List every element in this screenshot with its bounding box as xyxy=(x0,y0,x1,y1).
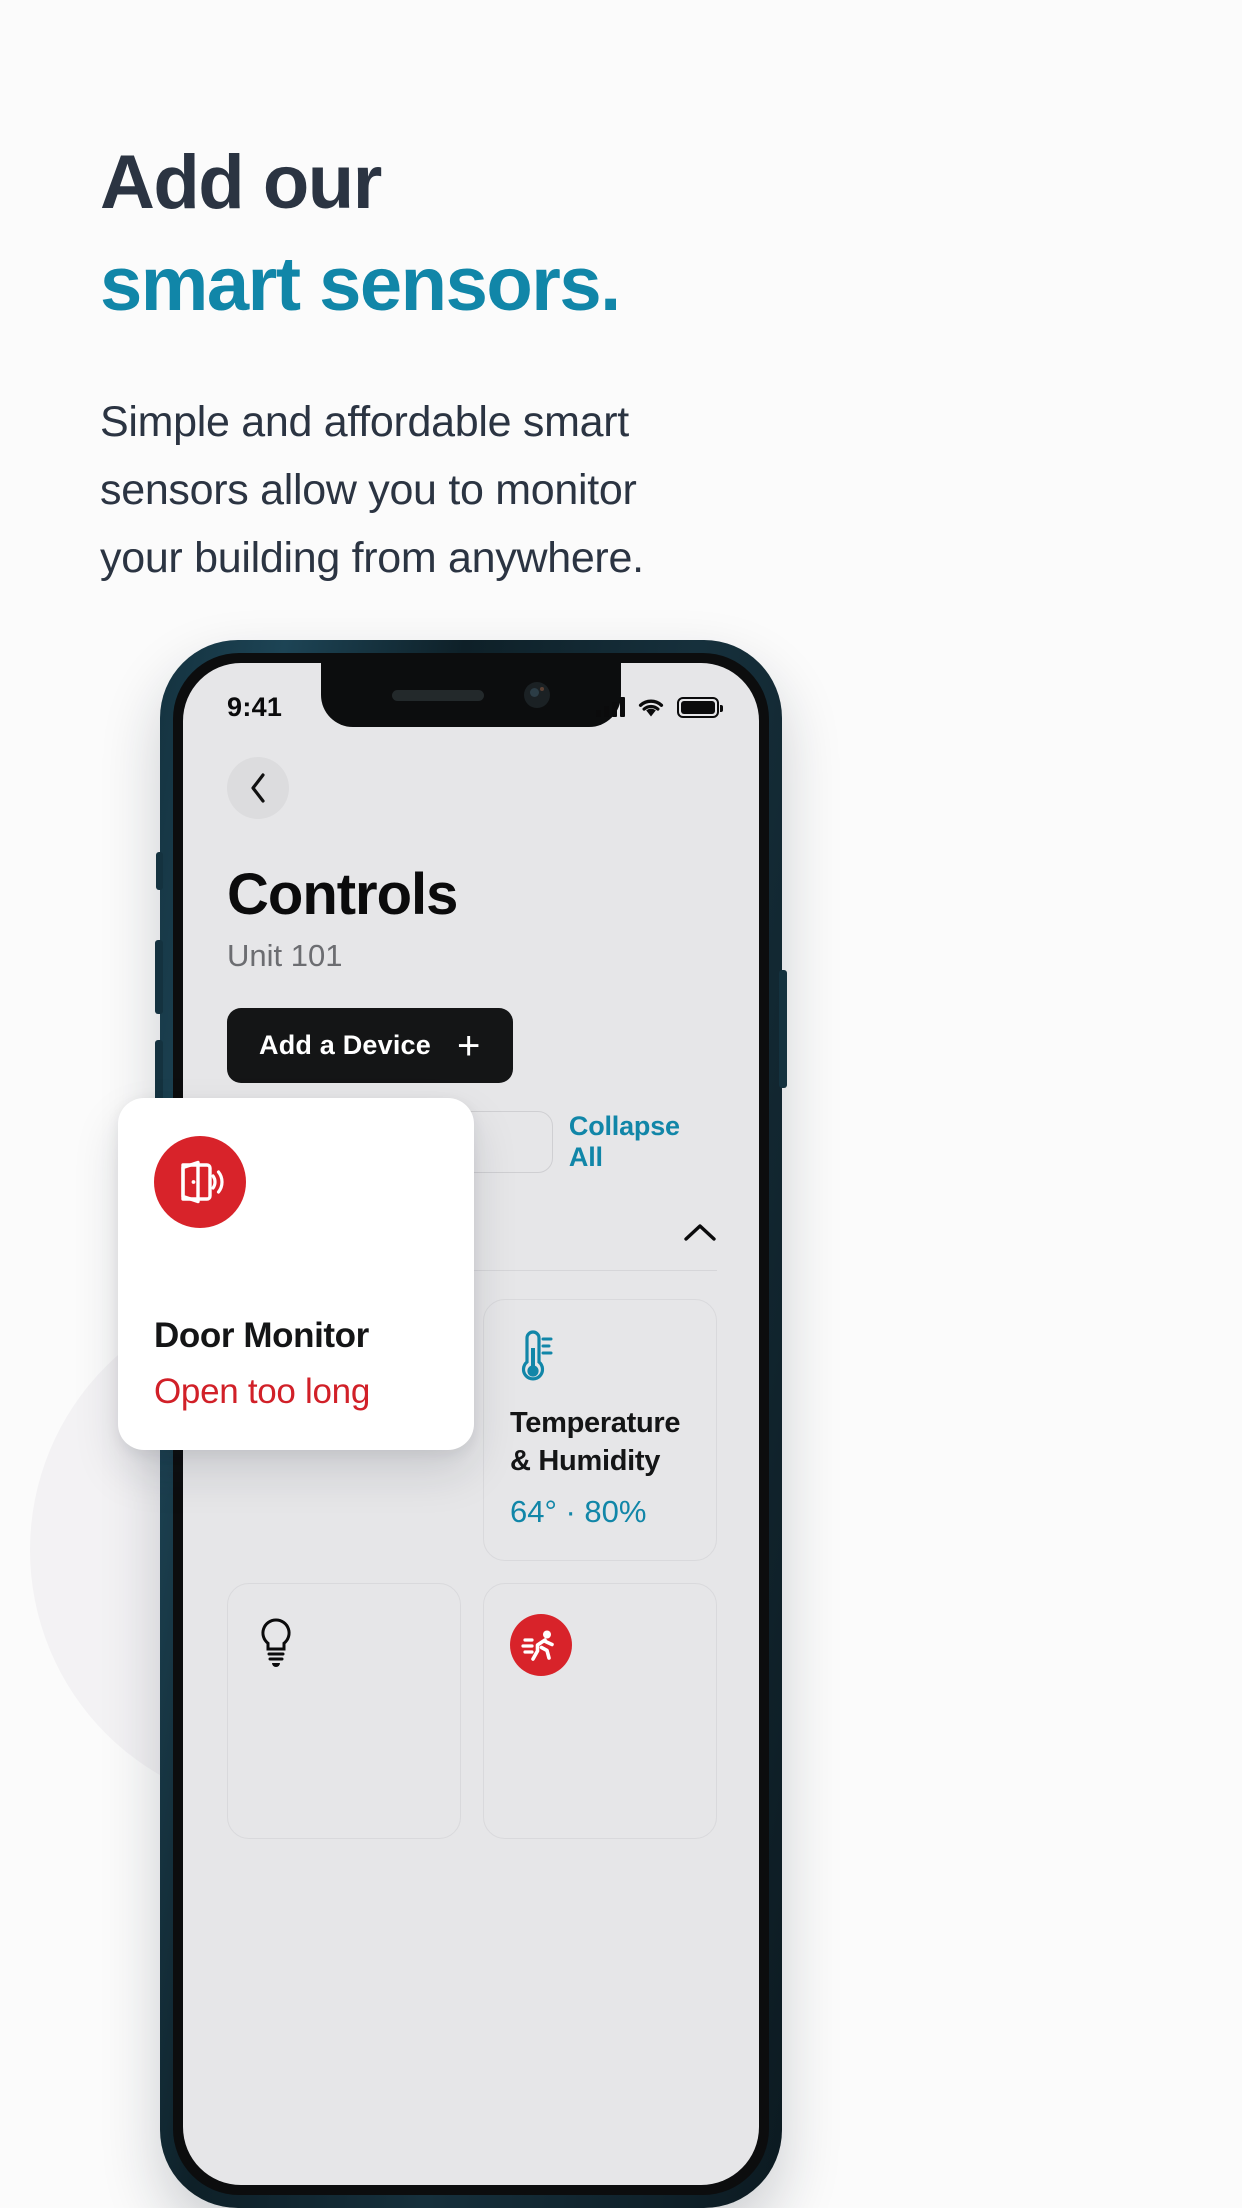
door-sensor-icon xyxy=(154,1136,246,1228)
plus-icon: + xyxy=(456,1023,481,1068)
add-device-button[interactable]: Add a Device + xyxy=(227,1008,513,1083)
running-person-glyph xyxy=(521,1630,554,1661)
wifi-icon xyxy=(638,699,664,716)
heading-line-2: smart sensors. xyxy=(100,242,621,327)
status-bar-time: 9:41 xyxy=(227,691,283,722)
page-title: Add our smart sensors. xyxy=(100,132,860,336)
collapse-all-button[interactable]: Collapse All xyxy=(569,1111,717,1173)
motion-sensor-icon xyxy=(510,1614,572,1676)
door-sensor-glyph xyxy=(181,1160,224,1204)
thermometer-icon xyxy=(521,1330,553,1381)
door-monitor-alert-card[interactable]: Door Monitor Open too long xyxy=(118,1098,474,1450)
door-monitor-status: Open too long xyxy=(154,1372,370,1411)
tile-motion-sensor[interactable] xyxy=(483,1583,717,1839)
status-bar-icons xyxy=(596,696,723,718)
tile-value: 64° · 80% xyxy=(510,1494,647,1529)
heading-line-1: Add our xyxy=(100,140,382,225)
battery-full-icon xyxy=(677,696,723,718)
controls-screen: Controls Unit 101 Add a Device + Collaps… xyxy=(183,733,759,2185)
tile-icon-wrap xyxy=(254,1614,434,1688)
add-device-label: Add a Device xyxy=(259,1030,431,1060)
tile-icon-wrap xyxy=(510,1330,690,1404)
chevron-left-icon xyxy=(251,773,265,803)
cellular-bars-icon xyxy=(596,697,625,717)
hero-section: Add our smart sensors. Simple and afford… xyxy=(100,132,860,592)
lightbulb-icon xyxy=(261,1618,291,1667)
phone-power-button xyxy=(779,970,787,1088)
screen-title: Controls xyxy=(227,862,458,927)
back-button[interactable] xyxy=(227,757,289,819)
hero-paragraph: Simple and affordable smart sensors allo… xyxy=(100,398,644,582)
tile-icon-wrap xyxy=(510,1614,690,1688)
phone-volume-up-button xyxy=(155,940,163,1014)
tile-temperature-humidity[interactable]: Temperature & Humidity 64° · 80% xyxy=(483,1299,717,1561)
tile-lighting[interactable] xyxy=(227,1583,461,1839)
screen-subtitle: Unit 101 xyxy=(227,938,343,973)
phone-mute-switch xyxy=(156,852,163,890)
door-monitor-title: Door Monitor xyxy=(154,1316,369,1355)
status-bar: 9:41 xyxy=(183,663,759,733)
tile-title: Temperature & Humidity xyxy=(510,1407,681,1477)
chevron-up-icon xyxy=(684,1223,716,1241)
